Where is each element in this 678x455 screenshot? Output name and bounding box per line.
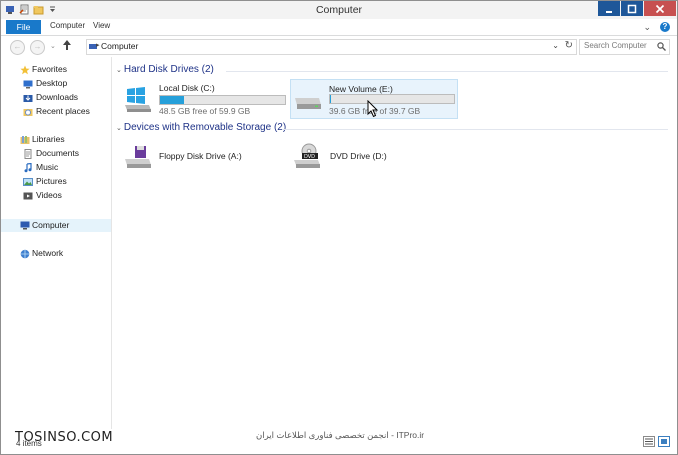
sidebar-item-label: Music [36, 162, 59, 172]
sidebar-item-recent-places[interactable]: Recent places [1, 106, 111, 118]
up-arrow-icon [63, 40, 71, 50]
group-removable-storage[interactable]: ⌄ Devices with Removable Storage (2) [116, 122, 668, 134]
navigation-pane: Favorites Desktop Downloads Recent place… [1, 57, 112, 429]
search-icon[interactable] [657, 42, 666, 51]
search-box[interactable]: Search Computer [579, 39, 670, 55]
minimize-button[interactable] [598, 1, 620, 16]
breadcrumb[interactable]: Computer [101, 41, 138, 51]
svg-text:DVD: DVD [304, 154, 315, 160]
close-button[interactable] [644, 1, 676, 16]
item-count: 4 items [16, 439, 42, 448]
sidebar-item-label: Documents [36, 148, 79, 158]
sidebar-item-desktop[interactable]: Desktop [1, 78, 111, 90]
computer-icon [20, 221, 30, 230]
address-row: ← → ⌄ ▸ Computer ⌄ ↻ Search Computer [1, 36, 677, 56]
drive-tile-c[interactable]: Local Disk (C:) 48.5 GB free of 59.9 GB [121, 81, 289, 119]
sidebar-item-label: Computer [32, 220, 70, 230]
drive-usage-fill [160, 96, 184, 104]
group-header-removable[interactable]: ⌄ Devices with Removable Storage (2) [116, 122, 286, 133]
windows-drive-icon [125, 87, 151, 112]
sidebar-item-label: Videos [36, 190, 62, 200]
sidebar-item-network[interactable]: Network [1, 248, 111, 260]
maximize-button[interactable] [621, 1, 643, 16]
pictures-icon [23, 178, 33, 186]
group-divider [226, 71, 668, 72]
network-icon [20, 249, 30, 259]
sidebar-item-label: Libraries [32, 134, 65, 144]
collapse-chevron-icon[interactable]: ⌄ [116, 67, 122, 74]
tab-file[interactable]: File [6, 20, 41, 34]
sidebar-item-documents[interactable]: Documents [1, 148, 111, 160]
floppy-drive-icon [125, 146, 151, 168]
group-hard-disk-drives[interactable]: ⌄ Hard Disk Drives (2) [116, 64, 668, 76]
videos-icon [23, 192, 33, 200]
search-input[interactable]: Search Computer [584, 41, 647, 50]
sidebar-item-label: Network [32, 248, 64, 258]
downloads-icon [23, 95, 33, 102]
sidebar-item-downloads[interactable]: Downloads [1, 92, 111, 104]
sidebar-item-favorites[interactable]: Favorites [1, 64, 111, 76]
drive-name: New Volume (E:) [329, 84, 393, 94]
title-bar: Computer [1, 1, 677, 19]
status-bar: TOSINSO.COM 4 items انجمن تخصصی فناوری ا… [1, 429, 677, 454]
minimize-icon [606, 10, 612, 13]
sidebar-item-label: Favorites [32, 64, 67, 74]
drive-tile-a[interactable]: Floppy Disk Drive (A:) [121, 141, 289, 179]
documents-icon [24, 149, 32, 159]
collapse-chevron-icon[interactable]: ⌄ [116, 125, 122, 132]
sidebar-item-music[interactable]: Music [1, 162, 111, 174]
drive-usage-bar [329, 94, 455, 104]
drive-name: DVD Drive (D:) [330, 151, 387, 161]
details-view-icon[interactable] [643, 436, 655, 447]
libraries-icon [20, 136, 30, 144]
desktop-icon [23, 80, 33, 89]
expand-ribbon-icon[interactable]: ⌄ [643, 22, 651, 33]
recent-places-icon [23, 109, 33, 116]
sidebar-item-label: Desktop [36, 78, 68, 88]
breadcrumb-separator-icon[interactable]: ▸ [96, 41, 100, 49]
explorer-window: Computer File Computer View ⌄ ? ← → ⌄ ▸ … [0, 0, 678, 455]
sidebar-item-label: Recent places [36, 106, 90, 116]
group-header-hard-disks[interactable]: ⌄ Hard Disk Drives (2) [116, 64, 214, 75]
sidebar-item-label: Downloads [36, 92, 79, 102]
recent-locations-icon[interactable]: ⌄ [50, 42, 56, 50]
group-divider [282, 129, 668, 130]
refresh-icon[interactable]: ↻ [565, 40, 573, 51]
sidebar-item-libraries[interactable]: Libraries [1, 134, 111, 146]
up-button[interactable] [62, 39, 72, 53]
maximize-icon [627, 4, 637, 13]
sidebar-item-pictures[interactable]: Pictures [1, 176, 111, 188]
drive-name: Local Disk (C:) [159, 83, 215, 93]
star-icon [20, 65, 30, 75]
music-icon [24, 163, 32, 173]
tab-computer[interactable]: Computer [50, 21, 85, 30]
mouse-cursor-icon [367, 100, 379, 118]
sidebar-item-computer[interactable]: Computer [1, 219, 111, 232]
tab-view[interactable]: View [93, 21, 110, 30]
window-title: Computer [315, 4, 363, 16]
drive-free-space: 48.5 GB free of 59.9 GB [159, 106, 251, 116]
sidebar-item-videos[interactable]: Videos [1, 190, 111, 202]
hard-drive-icon [295, 98, 321, 109]
close-icon [655, 4, 665, 13]
large-icons-view-icon[interactable] [658, 436, 670, 447]
back-button[interactable]: ← [10, 40, 25, 55]
address-dropdown-icon[interactable]: ⌄ [552, 41, 559, 50]
sidebar-item-label: Pictures [36, 176, 67, 186]
address-bar[interactable]: ▸ Computer ⌄ ↻ [86, 39, 577, 55]
drive-usage-bar [159, 95, 286, 105]
drive-name: Floppy Disk Drive (A:) [159, 151, 242, 161]
ribbon-tabs: File Computer View ⌄ ? [1, 19, 677, 36]
forward-button[interactable]: → [30, 40, 45, 55]
drive-tile-d[interactable]: DVD DVD Drive (D:) [292, 141, 452, 179]
dvd-drive-icon: DVD [294, 143, 320, 168]
watermark-center: انجمن تخصصی فناوری اطلاعات ایران - ITPro… [256, 430, 425, 440]
help-icon[interactable]: ? [660, 22, 670, 32]
